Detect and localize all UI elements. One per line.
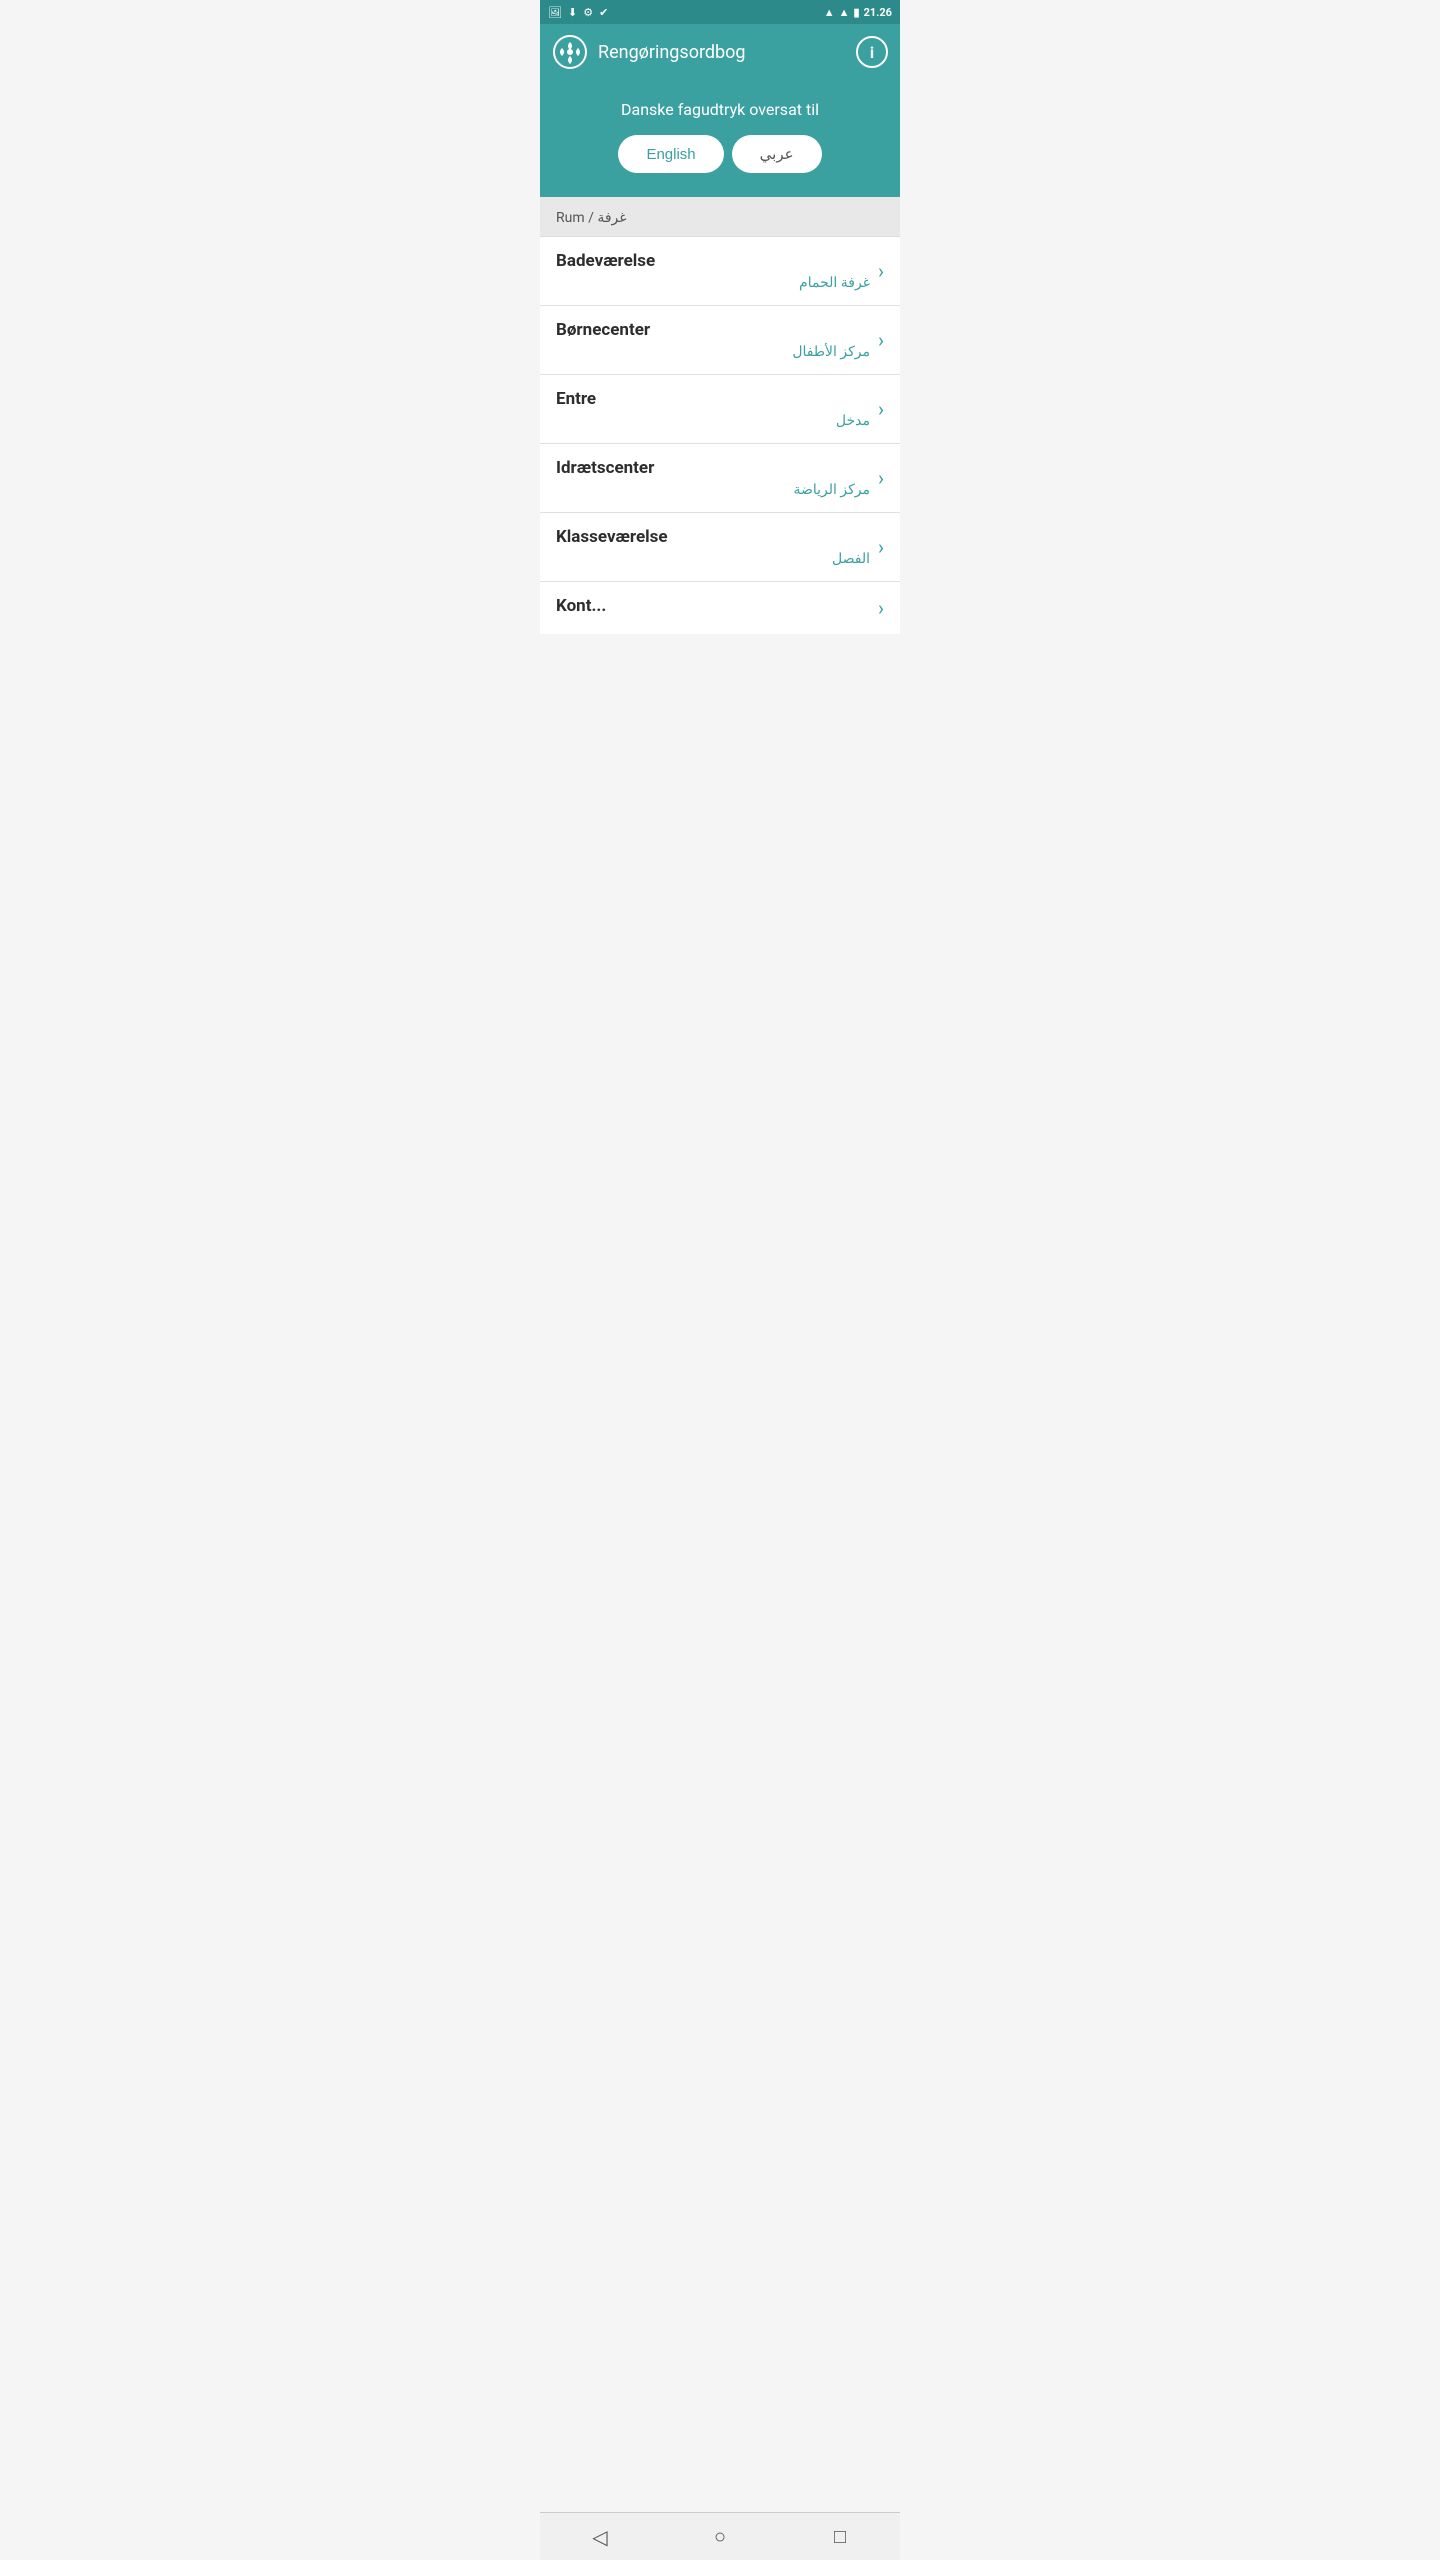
item-danish: Børnecenter — [556, 320, 870, 340]
status-bar-left-icons: 🖼 ⬇ ⚙ ✔ — [548, 6, 608, 19]
item-content-idraetscenter: Idrætscenter مركز الرياضة — [556, 458, 870, 498]
item-danish: Idrætscenter — [556, 458, 870, 478]
item-arabic: غرفة الحمام — [556, 275, 870, 291]
home-icon: ○ — [714, 2524, 726, 2549]
settings-icon: ⚙ — [583, 6, 593, 19]
app-title: Rengøringsordbog — [598, 42, 746, 63]
header-section: Danske fagudtryk oversat til English عرب… — [540, 80, 900, 197]
category-text: Rum / غرفة — [556, 210, 627, 226]
status-bar: 🖼 ⬇ ⚙ ✔ ▲ ▲ ▮ 21.26 — [540, 0, 900, 24]
item-arabic: مركز الرياضة — [556, 482, 870, 498]
recents-icon: □ — [834, 2524, 846, 2549]
wifi-icon: ▲ — [824, 6, 835, 19]
item-danish: Kont... — [556, 596, 870, 616]
app-bar-left: Rengøringsordbog — [552, 34, 746, 70]
recents-button[interactable]: □ — [816, 2513, 864, 2560]
category-header: Rum / غرفة — [540, 197, 900, 237]
status-bar-right: ▲ ▲ ▮ 21.26 — [824, 6, 892, 19]
download-icon: ⬇ — [568, 6, 577, 19]
item-danish: Entre — [556, 389, 870, 409]
info-button[interactable]: i — [856, 36, 888, 68]
arrow-icon: › — [878, 535, 884, 559]
arrow-icon: › — [878, 328, 884, 352]
item-content-bornecenter: Børnecenter مركز الأطفال — [556, 320, 870, 360]
photo-icon: 🖼 — [548, 6, 562, 19]
list-item[interactable]: Badeværelse غرفة الحمام › — [540, 237, 900, 306]
check-icon: ✔ — [599, 6, 608, 19]
signal-icon: ▲ — [839, 6, 850, 19]
arrow-icon: › — [878, 259, 884, 283]
item-danish: Badeværelse — [556, 251, 870, 271]
list-item[interactable]: Entre مدخل › — [540, 375, 900, 444]
app-bar: Rengøringsordbog i — [540, 24, 900, 80]
list-item[interactable]: Klasseværelse الفصل › — [540, 513, 900, 582]
home-button[interactable]: ○ — [696, 2513, 744, 2560]
item-content-klasseverelse: Klasseværelse الفصل — [556, 527, 870, 567]
list-item[interactable]: Kont... › — [540, 582, 900, 634]
arrow-icon: › — [878, 397, 884, 421]
item-content-badevarelse: Badeværelse غرفة الحمام — [556, 251, 870, 291]
arrow-icon: › — [878, 596, 884, 620]
time-display: 21.26 — [864, 6, 892, 19]
item-content-kont: Kont... — [556, 596, 870, 620]
list-item[interactable]: Børnecenter مركز الأطفال › — [540, 306, 900, 375]
back-button[interactable]: ◁ — [576, 2513, 624, 2560]
back-icon: ◁ — [592, 2525, 607, 2549]
bottom-nav: ◁ ○ □ — [540, 2512, 900, 2560]
list-container: Badeværelse غرفة الحمام › Børnecenter مر… — [540, 237, 900, 634]
item-arabic: مدخل — [556, 413, 870, 429]
arabic-button[interactable]: عربي — [732, 135, 822, 173]
language-buttons: English عربي — [618, 135, 821, 173]
app-logo-icon — [552, 34, 588, 70]
item-content-entre: Entre مدخل — [556, 389, 870, 429]
item-arabic: الفصل — [556, 551, 870, 567]
subtitle-text: Danske fagudtryk oversat til — [621, 100, 819, 119]
battery-icon: ▮ — [854, 6, 860, 19]
english-button[interactable]: English — [618, 135, 723, 173]
arrow-icon: › — [878, 466, 884, 490]
item-danish: Klasseværelse — [556, 527, 870, 547]
list-item[interactable]: Idrætscenter مركز الرياضة › — [540, 444, 900, 513]
info-icon: i — [870, 43, 874, 62]
item-arabic: مركز الأطفال — [556, 344, 870, 360]
